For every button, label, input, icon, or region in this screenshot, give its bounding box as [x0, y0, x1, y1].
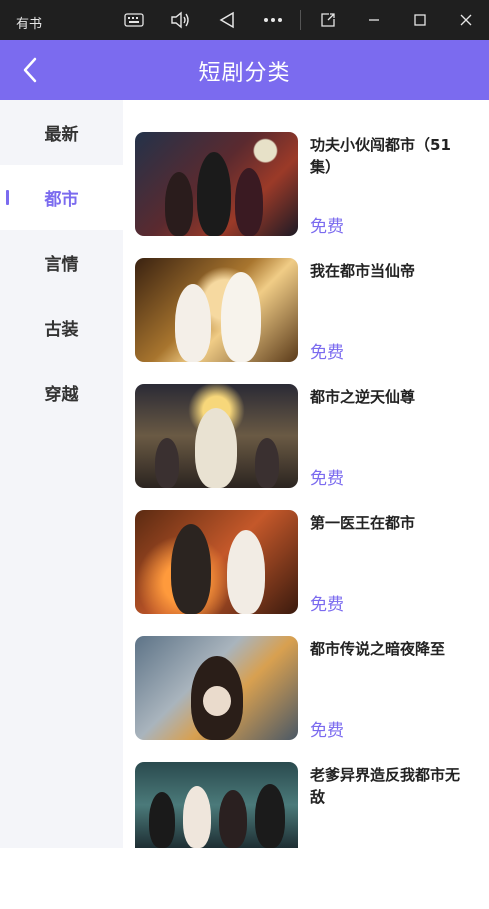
sidebar-item-romance[interactable]: 言情	[0, 230, 123, 295]
external-icon[interactable]	[316, 8, 340, 32]
drama-card[interactable]: 都市之逆天仙尊 免费	[135, 384, 481, 489]
drama-poster	[135, 636, 298, 740]
titlebar-separator	[300, 10, 301, 30]
volume-icon[interactable]	[168, 8, 192, 32]
free-tag: 免费	[310, 343, 344, 363]
drama-title: 功夫小伙闯都市（51集）	[310, 136, 451, 176]
minimize-icon[interactable]	[362, 8, 386, 32]
sidebar-item-time-travel[interactable]: 穿越	[0, 360, 123, 425]
drama-card[interactable]: 都市传说之暗夜降至 免费	[135, 636, 481, 741]
drama-poster	[135, 510, 298, 614]
sidebar-item-label: 言情	[44, 255, 79, 275]
window-titlebar: 有书	[0, 0, 489, 40]
drama-title: 老爹异界造反我都市无敌	[310, 766, 461, 806]
drama-card[interactable]: 我在都市当仙帝 免费	[135, 258, 481, 363]
maximize-icon[interactable]	[408, 8, 432, 32]
drama-title: 都市传说之暗夜降至	[310, 640, 446, 658]
keyboard-icon[interactable]	[122, 8, 146, 32]
sidebar-item-latest[interactable]: 最新	[0, 100, 123, 165]
sidebar-item-label: 最新	[44, 125, 79, 145]
drama-card[interactable]: 功夫小伙闯都市（51集） 免费	[135, 132, 481, 237]
free-tag: 免费	[310, 595, 344, 615]
sidebar-item-label: 都市	[44, 190, 79, 210]
app-header: 短剧分类	[0, 40, 489, 100]
free-tag: 免费	[310, 217, 344, 237]
drama-poster	[135, 384, 298, 488]
sidebar-item-costume[interactable]: 古装	[0, 295, 123, 360]
drama-poster	[135, 762, 298, 848]
active-indicator	[6, 190, 9, 205]
back-triangle-icon[interactable]	[215, 8, 239, 32]
drama-title: 都市之逆天仙尊	[310, 388, 416, 406]
close-icon[interactable]	[454, 8, 478, 32]
drama-card[interactable]: 老爹异界造反我都市无敌	[135, 762, 481, 848]
page-title: 短剧分类	[198, 61, 291, 86]
sidebar-item-label: 穿越	[44, 385, 79, 405]
drama-title: 第一医王在都市	[310, 514, 416, 532]
drama-list: 功夫小伙闯都市（51集） 免费 我在都市当仙帝 免费 都市之逆天仙尊 免费 第一…	[123, 100, 489, 848]
drama-title: 我在都市当仙帝	[310, 262, 416, 280]
drama-poster	[135, 258, 298, 362]
category-sidebar: 最新 都市 言情 古装 穿越	[0, 100, 123, 848]
sidebar-item-label: 古装	[44, 320, 79, 340]
more-icon[interactable]	[261, 8, 285, 32]
window-title: 有书	[16, 17, 43, 32]
sidebar-item-urban[interactable]: 都市	[0, 165, 123, 230]
drama-card[interactable]: 第一医王在都市 免费	[135, 510, 481, 615]
free-tag: 免费	[310, 721, 344, 741]
drama-poster	[135, 132, 298, 236]
free-tag: 免费	[310, 469, 344, 489]
